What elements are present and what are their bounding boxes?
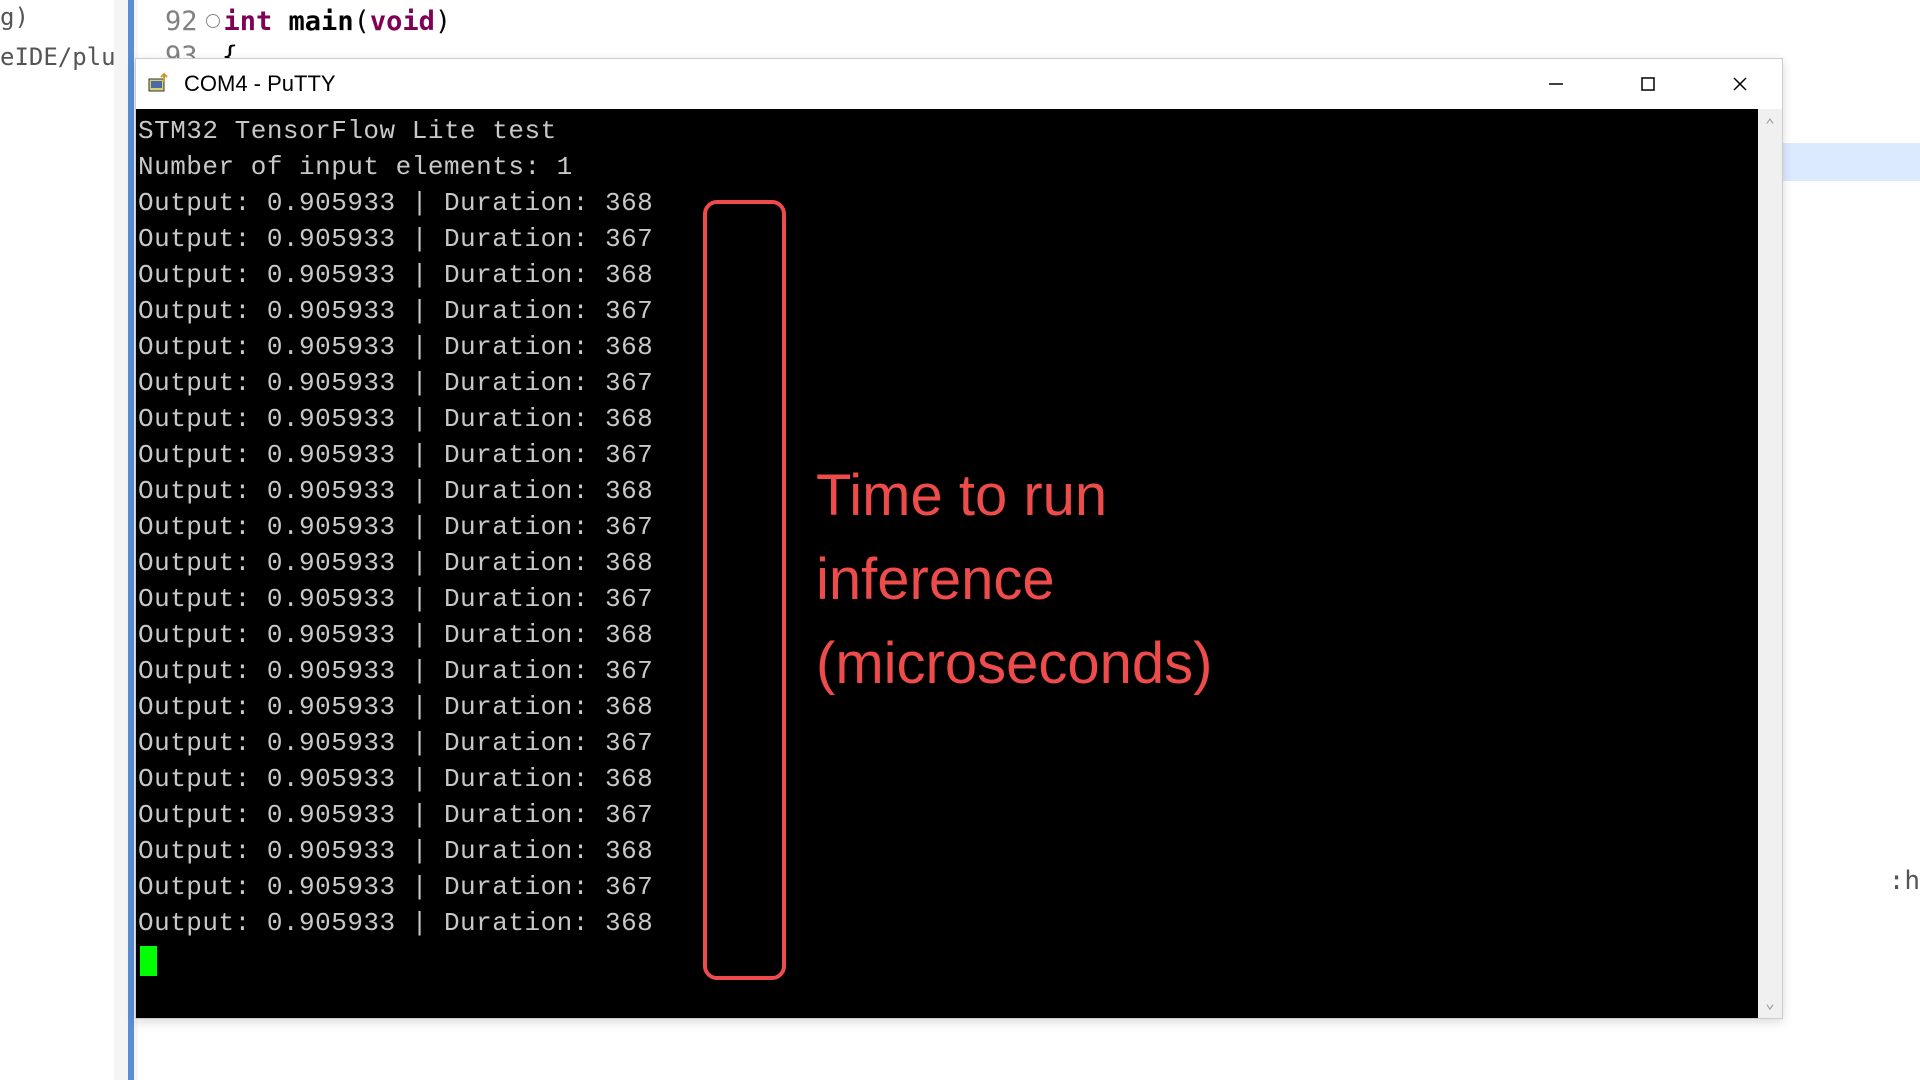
terminal-output-row: Output: 0.905933 | Duration: 368 [136,761,1758,797]
line-number-92: 92 [165,6,198,37]
terminal-output-row: Output: 0.905933 | Duration: 367 [136,653,1758,689]
paren-open: ( [354,6,370,37]
terminal-output-row: Output: 0.905933 | Duration: 367 [136,869,1758,905]
scroll-up-icon[interactable]: ⌃ [1765,115,1775,134]
ide-highlight-row [1780,143,1920,181]
fold-icon[interactable] [206,14,220,28]
terminal-output-row: Output: 0.905933 | Duration: 367 [136,437,1758,473]
terminal-output-row: Output: 0.905933 | Duration: 368 [136,833,1758,869]
window-title: COM4 - PuTTY [184,71,1532,97]
terminal-output-row: Output: 0.905933 | Duration: 368 [136,329,1758,365]
ide-fragment-1: g) [0,3,116,31]
terminal-scrollbar[interactable]: ⌃ ⌄ [1758,109,1782,1018]
terminal-output-row: Output: 0.905933 | Duration: 368 [136,185,1758,221]
cursor-line [136,941,1758,977]
kw-int: int [224,6,289,37]
ide-line-92[interactable]: 92 int main(void) [165,6,451,37]
terminal-output-row: Output: 0.905933 | Duration: 367 [136,365,1758,401]
terminal-output-row: Output: 0.905933 | Duration: 368 [136,257,1758,293]
terminal-output-row: Output: 0.905933 | Duration: 367 [136,797,1758,833]
ide-right-text: :h [1889,866,1920,896]
terminal-output-row: Output: 0.905933 | Duration: 367 [136,725,1758,761]
ide-ruler [128,0,134,1080]
scroll-down-icon[interactable]: ⌄ [1765,993,1775,1012]
minimize-button[interactable] [1532,64,1580,104]
terminal-header-1: STM32 TensorFlow Lite test [136,113,1758,149]
terminal-output-row: Output: 0.905933 | Duration: 367 [136,581,1758,617]
putty-icon [146,72,170,96]
terminal-output-row: Output: 0.905933 | Duration: 367 [136,221,1758,257]
terminal-output-row: Output: 0.905933 | Duration: 368 [136,401,1758,437]
window-controls [1532,64,1772,104]
putty-window: COM4 - PuTTY STM32 TensorFlow Lite test … [135,58,1783,1019]
terminal-header-2: Number of input elements: 1 [136,149,1758,185]
terminal-output-row: Output: 0.905933 | Duration: 367 [136,509,1758,545]
maximize-button[interactable] [1624,64,1672,104]
terminal[interactable]: STM32 TensorFlow Lite test Number of inp… [136,109,1758,1018]
window-titlebar[interactable]: COM4 - PuTTY [136,59,1782,109]
terminal-output-row: Output: 0.905933 | Duration: 368 [136,473,1758,509]
paren-close: ) [435,6,451,37]
terminal-output-row: Output: 0.905933 | Duration: 368 [136,689,1758,725]
terminal-cursor [140,946,157,976]
fn-main: main [289,6,354,37]
kw-void: void [370,6,435,37]
terminal-output-row: Output: 0.905933 | Duration: 368 [136,545,1758,581]
terminal-area: STM32 TensorFlow Lite test Number of inp… [136,109,1782,1018]
ide-left-text: g) eIDE/plu [0,0,116,74]
terminal-output-row: Output: 0.905933 | Duration: 368 [136,905,1758,941]
ide-fragment-2: eIDE/plu [0,43,116,71]
terminal-output-row: Output: 0.905933 | Duration: 367 [136,293,1758,329]
close-button[interactable] [1716,64,1764,104]
terminal-output-row: Output: 0.905933 | Duration: 368 [136,617,1758,653]
